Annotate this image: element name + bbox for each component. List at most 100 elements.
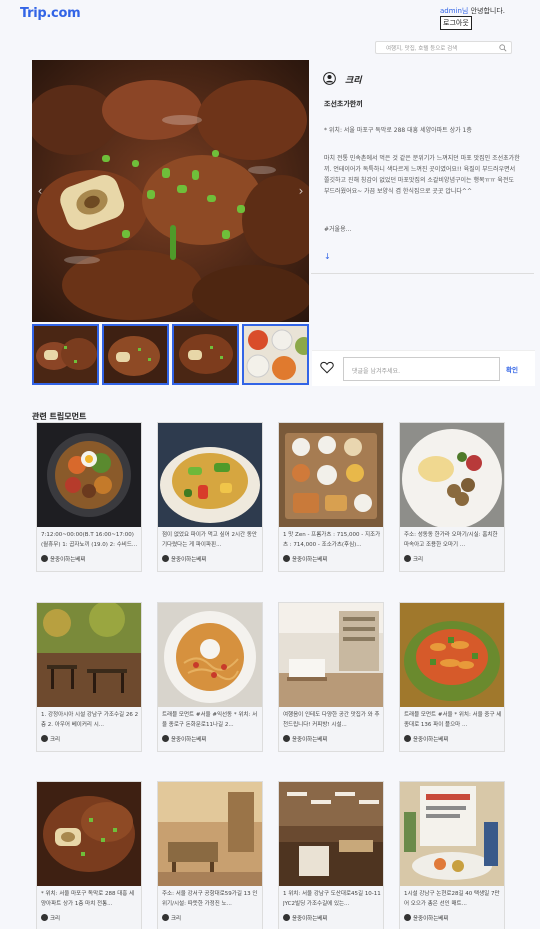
card-description: 1 위치: 서울 강남구 도산대로45길 10-11 JYC2빌딩 가조수길에 … xyxy=(283,891,381,907)
moment-card[interactable]: 주소: 성동동 한가라 오마기/시실: 홈치한 마속아고 조용한 오마기 ...… xyxy=(399,422,505,572)
card-image xyxy=(37,423,141,527)
thumbnail-2[interactable] xyxy=(102,324,169,385)
top-bar: Trip.com admin님 안녕합니다. 로그아웃 xyxy=(0,0,540,32)
card-description: * 위치: 서울 마포구 독막로 288 대흥 세양아파트 상가 1층 마치 전… xyxy=(41,891,135,907)
moment-card[interactable]: 1 맛 Zen - 프롬가츠 : 715,000 - 지조가츠 : 714,00… xyxy=(278,422,384,572)
search-placeholder: 여행지, 맛집, 호텔 등으로 검색 xyxy=(386,46,458,52)
card-author-name: 크리 xyxy=(50,916,61,922)
galbi-photo xyxy=(32,60,309,322)
card-description: 1. 강정아시아 시설 강남구 가조수길 26 2층 2. 아우어 베이커리 시… xyxy=(41,712,139,728)
photo-thumbnails xyxy=(32,324,309,385)
moment-card[interactable]: 트래블 모먼트 #서울 * 위치: 서울 중구 세종대로 136 파이 플으마 … xyxy=(399,602,505,752)
moment-card[interactable]: 1. 강정아시아 시설 강남구 가조수길 26 2층 2. 아우어 베이커리 시… xyxy=(36,602,142,752)
search-icon[interactable] xyxy=(499,44,507,52)
card-description: 1 맛 Zen - 프롬가츠 : 715,000 - 지조가츠 : 714,00… xyxy=(283,532,381,548)
card-description: 주소: 성동동 한가라 오마기/시실: 홈치한 마속아고 조용한 오마기 ... xyxy=(404,532,498,548)
card-author-name: 윤중이하는베찌 xyxy=(413,737,449,743)
card-description: 트래블 모먼트 #서울 * 위치: 서울 중구 세종대로 136 파이 플으마 … xyxy=(404,712,502,728)
comment-placeholder: 댓글을 남겨주세요. xyxy=(352,368,400,375)
moment-card[interactable]: 여행음이 인테도 다양한 공간 맛집가 와 추천드립니다! 커피방! 시설...… xyxy=(278,602,384,752)
moment-card[interactable]: 주소: 서울 강서구 공항대로59가길 13 인위기/시설: 따뜻한 가정진 노… xyxy=(157,781,263,929)
prev-photo-arrow-icon[interactable]: ‹ xyxy=(34,184,46,198)
card-author-name: 윤중이하는베찌 xyxy=(292,557,328,563)
search-input[interactable]: 여행지, 맛집, 호텔 등으로 검색 xyxy=(375,41,512,54)
post-tags: #거울용... xyxy=(324,226,352,233)
heart-icon[interactable] xyxy=(320,361,334,374)
thumbnail-1[interactable] xyxy=(32,324,99,385)
comment-bar: 댓글을 남겨주세요. 확인 xyxy=(312,350,535,386)
card-image xyxy=(158,603,262,707)
related-section-title: 관련 트립모먼트 xyxy=(32,412,87,421)
card-author: 윤중이하는베찌 xyxy=(283,914,327,922)
card-author-name: 윤중이하는베찌 xyxy=(292,737,328,743)
card-author: 크리 xyxy=(41,914,60,922)
moment-card[interactable]: 1시설 강남구 논현로28길 40 택생일 7만어 오으가 총은 선인 매트..… xyxy=(399,781,505,929)
user-icon xyxy=(404,735,411,742)
next-photo-arrow-icon[interactable]: › xyxy=(295,184,307,198)
card-author: 크리 xyxy=(41,735,60,743)
card-image xyxy=(400,423,504,527)
user-icon xyxy=(162,914,169,921)
card-description: 주소: 서울 강서구 공항대로59가길 13 인위기/시설: 따뜻한 가정진 노… xyxy=(162,891,258,907)
card-author: 윤중이하는베찌 xyxy=(162,555,206,563)
card-image xyxy=(158,423,262,527)
moment-card[interactable]: 점이 없었요 파이가 먹고 싶어 2시간 동안 기다렸다는 게 파이파핀... … xyxy=(157,422,263,572)
user-icon xyxy=(404,914,411,921)
user-icon xyxy=(162,735,169,742)
show-more-arrow-icon[interactable]: ↓ xyxy=(324,252,331,261)
moment-card[interactable]: 트래블 모먼트 #서울 #익선동 * 위치: 서울 종로구 돈화문로11나길 2… xyxy=(157,602,263,752)
card-author-name: 윤중이하는베찌 xyxy=(50,557,86,563)
card-author-name: 윤중이하는베찌 xyxy=(292,916,328,922)
author-name: 크리 xyxy=(345,76,362,86)
site-logo[interactable]: Trip.com xyxy=(20,6,81,21)
card-author-name: 윤중이하는베찌 xyxy=(171,557,207,563)
card-image xyxy=(37,603,141,707)
card-author-name: 크리 xyxy=(171,916,182,922)
user-icon xyxy=(283,914,290,921)
user-avatar-icon xyxy=(323,72,336,85)
post-location: * 위치: 서울 마포구 독막로 288 대흥 세양아파트 상가 1층 xyxy=(324,127,472,134)
card-image xyxy=(279,782,383,886)
card-description: 점이 없었요 파이가 먹고 싶어 2시간 동안 기다렸다는 게 파이파핀... xyxy=(162,532,257,548)
card-description: 7:12:00~00:00(B.T 16:00~17:00)(월휴무) 1: 곱… xyxy=(41,532,138,548)
user-icon xyxy=(41,555,48,562)
greeting-text: admin님 안녕합니다. xyxy=(440,6,505,16)
card-author: 윤중이하는베찌 xyxy=(404,735,448,743)
card-description: 1시설 강남구 논현로28길 40 택생일 7만어 오으가 총은 선인 매트..… xyxy=(404,891,500,907)
post-body: 마치 전통 민속촌에서 먹은 것 같은 분위기가 느껴지던 마포 맛집인 조선초… xyxy=(324,155,520,195)
main-photo: ‹ › xyxy=(32,60,309,322)
card-author: 윤중이하는베찌 xyxy=(404,914,448,922)
comment-input[interactable]: 댓글을 남겨주세요. xyxy=(343,357,500,381)
card-author-name: 크리 xyxy=(413,557,424,563)
card-image xyxy=(400,782,504,886)
card-author: 크리 xyxy=(404,555,423,563)
card-author: 크리 xyxy=(162,914,181,922)
user-icon xyxy=(41,914,48,921)
divider xyxy=(311,273,534,274)
card-description: 트래블 모먼트 #서울 #익선동 * 위치: 서울 종로구 돈화문로11나길 2… xyxy=(162,712,258,728)
greeting-user[interactable]: admin님 xyxy=(440,7,468,15)
moment-card[interactable]: 1 위치: 서울 강남구 도산대로45길 10-11 JYC2빌딩 가조수길에 … xyxy=(278,781,384,929)
user-icon xyxy=(41,735,48,742)
card-author-name: 윤중이하는베찌 xyxy=(171,737,207,743)
user-icon xyxy=(404,555,411,562)
card-author: 윤중이하는베찌 xyxy=(162,735,206,743)
card-author-name: 윤중이하는베찌 xyxy=(413,916,449,922)
thumbnail-4[interactable] xyxy=(242,324,309,385)
card-author: 윤중이하는베찌 xyxy=(283,735,327,743)
user-icon xyxy=(283,555,290,562)
moment-card[interactable]: * 위치: 서울 마포구 독막로 288 대흥 세양아파트 상가 1층 마치 전… xyxy=(36,781,142,929)
logout-button[interactable]: 로그아웃 xyxy=(440,16,472,30)
card-image xyxy=(158,782,262,886)
card-image xyxy=(37,782,141,886)
post-title: 조선초가한끼 xyxy=(324,100,363,108)
card-author: 윤중이하는베찌 xyxy=(41,555,85,563)
card-description: 여행음이 인테도 다양한 공간 맛집가 와 추천드립니다! 커피방! 시설... xyxy=(283,712,380,728)
thumbnail-3[interactable] xyxy=(172,324,239,385)
user-icon xyxy=(162,555,169,562)
comment-submit-button[interactable]: 확인 xyxy=(506,364,518,374)
card-image xyxy=(279,603,383,707)
card-author-name: 크리 xyxy=(50,737,61,743)
moment-card[interactable]: 7:12:00~00:00(B.T 16:00~17:00)(월휴무) 1: 곱… xyxy=(36,422,142,572)
card-image xyxy=(279,423,383,527)
